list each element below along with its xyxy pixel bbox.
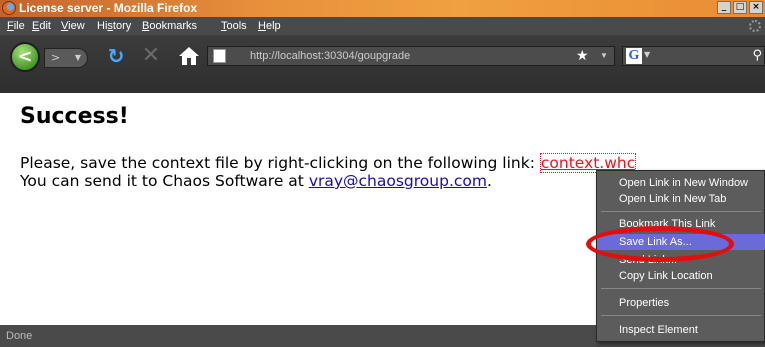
send-line: You can send it to Chaos Software at vra… xyxy=(20,172,492,190)
menu-help[interactable]: Help xyxy=(258,17,281,35)
menu-separator xyxy=(601,211,761,212)
menu-separator xyxy=(601,315,761,316)
home-icon[interactable] xyxy=(178,45,200,67)
instruction-text: Please, save the context file by right-c… xyxy=(20,154,540,172)
forward-arrow-icon: > xyxy=(51,51,61,64)
menu-tools-label: ools xyxy=(226,20,247,32)
menu-help-label: elp xyxy=(265,20,281,32)
annotation-ellipse xyxy=(586,226,734,262)
window-controls: _ □ × xyxy=(717,1,765,16)
status-text: Done xyxy=(6,330,33,342)
menu-item-label: Properties xyxy=(619,297,670,309)
minimize-button[interactable]: _ xyxy=(717,1,731,14)
stop-icon[interactable]: ✕ xyxy=(140,45,162,67)
page-heading: Success! xyxy=(20,104,129,129)
bookmark-star-icon[interactable]: ★ xyxy=(576,46,589,64)
history-dropdown-icon[interactable]: ▼ xyxy=(75,49,81,67)
page-icon xyxy=(213,49,226,63)
forward-button[interactable]: > ▼ xyxy=(44,48,88,68)
firefox-icon xyxy=(2,1,16,15)
menu-item-label: Open Link in New Tab xyxy=(619,193,727,205)
menu-bar: File Edit View History Bookmarks Tools H… xyxy=(0,17,765,35)
menu-view-label: iew xyxy=(68,20,85,32)
throbber-icon xyxy=(749,20,761,32)
title-bar: License server - Mozilla Firefox _ □ × xyxy=(0,0,765,17)
reload-icon[interactable]: ↻ xyxy=(105,45,127,67)
url-text[interactable]: http://localhost:30304/goupgrade xyxy=(250,47,410,65)
menu-item-label: Copy Link Location xyxy=(619,270,713,282)
search-icon[interactable]: ⚲ xyxy=(752,48,762,63)
search-engine-dropdown-icon[interactable]: ▼ xyxy=(644,50,650,59)
menu-tools[interactable]: Tools xyxy=(221,17,247,35)
menu-item-open-new-window[interactable]: Open Link in New Window xyxy=(597,175,765,191)
url-dropdown-icon[interactable]: ▼ xyxy=(600,47,608,65)
menu-history-label: tory xyxy=(112,20,132,32)
close-button[interactable]: × xyxy=(749,1,763,14)
back-button[interactable]: < xyxy=(10,42,40,72)
menu-item-copy-link-location[interactable]: Copy Link Location xyxy=(597,268,765,284)
menu-item-label: Open Link in New Window xyxy=(619,177,749,189)
menu-bookmarks-label: ookmarks xyxy=(149,20,198,32)
send-period: . xyxy=(486,172,492,190)
menu-item-inspect-element[interactable]: Inspect Element xyxy=(597,322,765,338)
menu-history[interactable]: History xyxy=(97,17,131,35)
menu-separator xyxy=(601,288,761,289)
google-icon[interactable]: G xyxy=(626,48,642,64)
menu-file[interactable]: File xyxy=(7,17,25,35)
instruction-line: Please, save the context file by right-c… xyxy=(20,153,637,173)
menu-help-mnemonic: H xyxy=(258,20,266,32)
menu-history-pre: Hi xyxy=(97,20,108,32)
menu-edit[interactable]: Edit xyxy=(32,17,51,35)
window-title: License server - Mozilla Firefox xyxy=(19,1,198,15)
menu-item-open-new-tab[interactable]: Open Link in New Tab xyxy=(597,191,765,207)
maximize-button[interactable]: □ xyxy=(733,1,747,14)
menu-item-label: Inspect Element xyxy=(619,324,698,336)
menu-edit-label: dit xyxy=(39,20,51,32)
menu-bookmarks[interactable]: Bookmarks xyxy=(142,17,197,35)
email-link[interactable]: vray@chaosgroup.com xyxy=(309,172,487,190)
menu-view[interactable]: View xyxy=(61,17,85,35)
search-bar[interactable]: G ▼ ⚲ xyxy=(622,46,765,66)
menu-file-mnemonic: F xyxy=(7,20,14,32)
menu-item-properties[interactable]: Properties xyxy=(597,295,765,311)
send-text: You can send it to Chaos Software at xyxy=(20,172,309,190)
menu-file-label: ile xyxy=(13,20,25,32)
navigation-toolbar: < > ▼ ↻ ✕ http://localhost:30304/goupgra… xyxy=(0,35,765,93)
url-bar[interactable]: http://localhost:30304/goupgrade ★ ▼ xyxy=(207,46,615,66)
